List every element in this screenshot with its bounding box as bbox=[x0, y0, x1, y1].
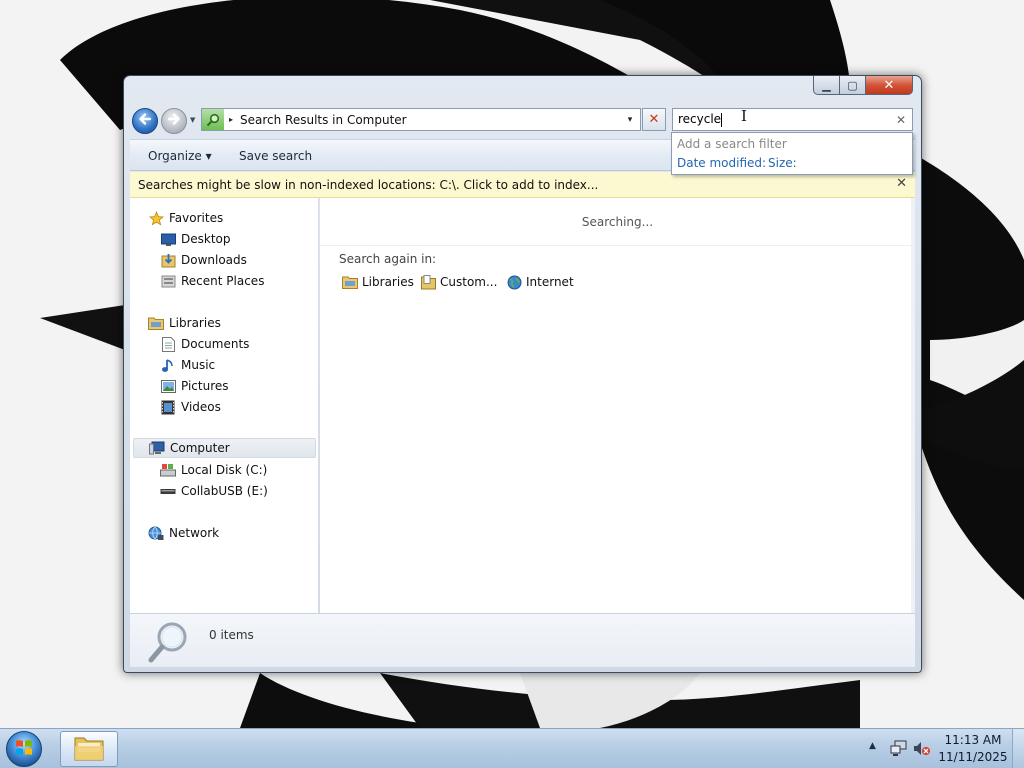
network-icon bbox=[148, 525, 164, 541]
nav-pictures-label: Pictures bbox=[181, 379, 229, 393]
windows-logo-icon bbox=[14, 738, 34, 761]
divider bbox=[320, 245, 915, 246]
nav-documents[interactable]: Documents bbox=[160, 334, 249, 354]
item-count: 0 items bbox=[209, 628, 254, 642]
caption-buttons: ▁ ▢ ✕ bbox=[813, 76, 913, 95]
index-info-bar[interactable]: Searches might be slow in non-indexed lo… bbox=[130, 172, 915, 198]
volume-muted-icon[interactable] bbox=[913, 740, 931, 760]
search-filter-dropdown: Add a search filter Date modified: Size: bbox=[671, 132, 913, 175]
search-again-custom[interactable]: Custom... bbox=[420, 274, 497, 290]
nav-documents-label: Documents bbox=[181, 337, 250, 351]
nav-computer[interactable]: Computer bbox=[133, 438, 316, 458]
nav-desktop-label: Desktop bbox=[181, 232, 231, 246]
save-search-button[interactable]: Save search bbox=[239, 149, 312, 163]
nav-usb-drive[interactable]: CollabUSB (E:) bbox=[160, 481, 268, 501]
info-bar-close-button[interactable]: ✕ bbox=[896, 176, 907, 191]
search-again-label: Search again in: bbox=[339, 252, 437, 266]
address-dropdown[interactable]: ▾ bbox=[620, 115, 640, 125]
downloads-icon bbox=[160, 252, 176, 268]
start-button[interactable] bbox=[6, 731, 42, 767]
search-folder-icon bbox=[202, 109, 224, 130]
recent-pages-dropdown[interactable]: ▼ bbox=[190, 116, 195, 124]
taskbar-explorer-button[interactable] bbox=[60, 731, 118, 767]
nav-network-label: Network bbox=[169, 526, 220, 540]
navigation-pane: Favorites Desktop Downloads Recent Place… bbox=[130, 198, 319, 613]
nav-favorites-label: Favorites bbox=[169, 211, 224, 225]
nav-favorites[interactable]: Favorites bbox=[148, 208, 223, 228]
libraries-icon bbox=[342, 274, 358, 290]
music-icon bbox=[160, 357, 176, 373]
minimize-button[interactable]: ▁ bbox=[813, 76, 840, 95]
forward-button[interactable] bbox=[161, 108, 187, 134]
nav-videos[interactable]: Videos bbox=[160, 397, 221, 417]
nav-videos-label: Videos bbox=[181, 400, 221, 414]
results-pane[interactable]: Searching... Search again in: Libraries … bbox=[320, 198, 915, 613]
ibeam-cursor-icon: I bbox=[741, 107, 747, 125]
search-again-internet-label: Internet bbox=[526, 275, 574, 289]
nav-local-disk[interactable]: Local Disk (C:) bbox=[160, 460, 267, 480]
forward-arrow-icon bbox=[167, 112, 181, 130]
desktop-icon bbox=[160, 231, 176, 247]
network-tray-icon[interactable] bbox=[890, 740, 908, 760]
search-status: Searching... bbox=[581, 215, 654, 229]
internet-globe-icon bbox=[506, 274, 522, 290]
explorer-folder-icon bbox=[73, 734, 105, 765]
clock-date[interactable]: 11/11/2025 bbox=[935, 750, 1011, 764]
close-icon: ✕ bbox=[648, 112, 660, 127]
clock-time[interactable]: 11:13 AM bbox=[935, 733, 1011, 747]
details-pane: 0 items bbox=[130, 613, 915, 667]
nav-music[interactable]: Music bbox=[160, 355, 215, 375]
filter-date-modified[interactable]: Date modified: bbox=[677, 156, 766, 170]
search-input[interactable]: recycle ✕ bbox=[672, 108, 913, 131]
videos-icon bbox=[160, 399, 176, 415]
local-disk-icon bbox=[160, 462, 176, 478]
usb-drive-icon bbox=[160, 483, 176, 499]
search-again-custom-label: Custom... bbox=[440, 275, 498, 289]
maximize-button[interactable]: ▢ bbox=[840, 76, 866, 95]
star-icon bbox=[148, 210, 164, 226]
nav-computer-label: Computer bbox=[170, 441, 230, 455]
nav-recent-places-label: Recent Places bbox=[181, 274, 265, 288]
search-filter-title: Add a search filter bbox=[677, 137, 787, 151]
nav-libraries-label: Libraries bbox=[169, 316, 221, 330]
nav-downloads[interactable]: Downloads bbox=[160, 250, 247, 270]
stop-search-button[interactable]: ✕ bbox=[642, 108, 666, 131]
nav-usb-drive-label: CollabUSB (E:) bbox=[181, 484, 268, 498]
clear-search-button[interactable]: ✕ bbox=[890, 113, 912, 127]
nav-pictures[interactable]: Pictures bbox=[160, 376, 229, 396]
nav-network[interactable]: Network bbox=[148, 523, 219, 543]
nav-local-disk-label: Local Disk (C:) bbox=[181, 463, 268, 477]
nav-downloads-label: Downloads bbox=[181, 253, 247, 267]
text-caret bbox=[721, 112, 723, 127]
computer-icon bbox=[149, 440, 165, 456]
nav-libraries[interactable]: Libraries bbox=[148, 313, 221, 333]
organize-menu[interactable]: Organize ▾ bbox=[148, 149, 212, 163]
search-again-libraries[interactable]: Libraries bbox=[342, 274, 414, 290]
breadcrumb-chevron[interactable]: ▸ bbox=[224, 115, 238, 124]
scrollbar[interactable] bbox=[911, 198, 915, 613]
show-desktop-button[interactable] bbox=[1012, 729, 1024, 768]
search-query: recycle bbox=[678, 112, 722, 127]
recent-places-icon bbox=[160, 273, 176, 289]
address-bar[interactable]: ▸ Search Results in Computer ▾ bbox=[201, 108, 641, 131]
document-icon bbox=[160, 336, 176, 352]
close-button[interactable]: ✕ bbox=[866, 76, 913, 95]
address-path[interactable]: Search Results in Computer bbox=[238, 113, 620, 127]
back-arrow-icon bbox=[138, 112, 152, 130]
nav-music-label: Music bbox=[181, 358, 216, 372]
info-bar-text[interactable]: Searches might be slow in non-indexed lo… bbox=[138, 178, 598, 192]
search-again-libraries-label: Libraries bbox=[362, 275, 414, 289]
nav-recent-places[interactable]: Recent Places bbox=[160, 271, 264, 291]
show-hidden-icons-button[interactable]: ▲ bbox=[869, 741, 876, 751]
taskbar: ▲ 11:13 AM 11/11/2025 bbox=[0, 728, 1024, 768]
nav-desktop[interactable]: Desktop bbox=[160, 229, 231, 249]
back-button[interactable] bbox=[132, 108, 158, 134]
custom-folder-icon bbox=[420, 274, 436, 290]
filter-size[interactable]: Size: bbox=[768, 156, 797, 170]
libraries-icon bbox=[148, 315, 164, 331]
search-again-internet[interactable]: Internet bbox=[506, 274, 574, 290]
pictures-icon bbox=[160, 378, 176, 394]
magnifier-icon bbox=[147, 620, 191, 669]
